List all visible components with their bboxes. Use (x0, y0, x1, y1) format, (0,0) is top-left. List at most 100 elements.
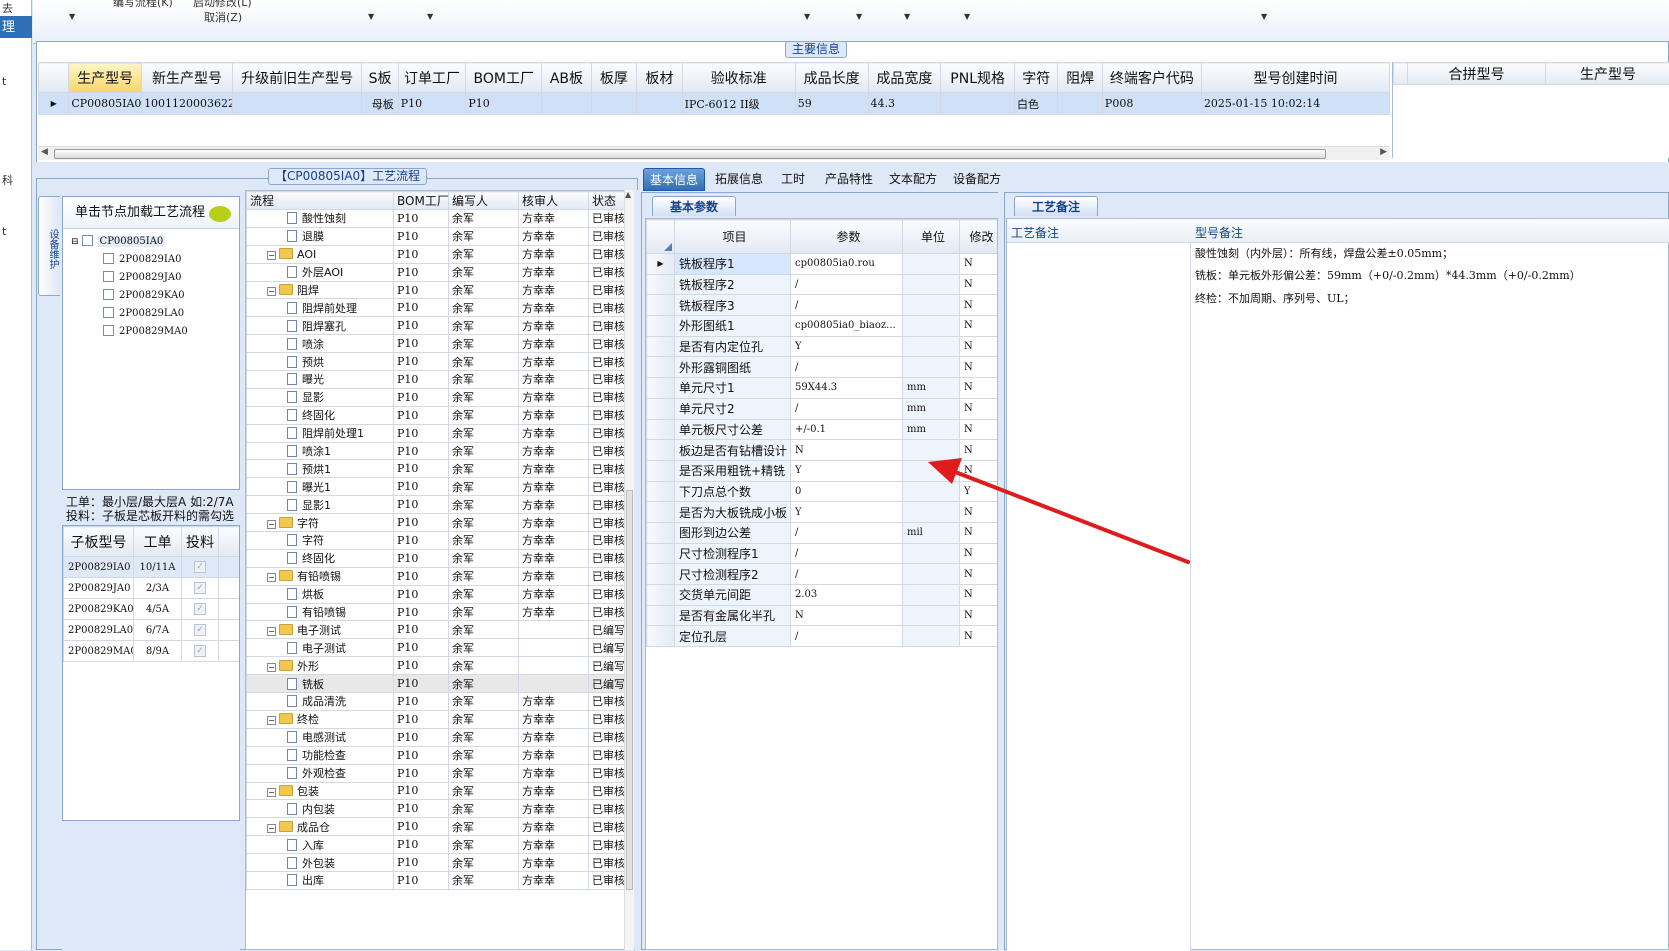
horizontal-scrollbar[interactable]: ◀ ▶ (38, 146, 1390, 160)
flow-row[interactable]: −阻焊P10余军方幸幸已审核 (247, 281, 634, 299)
param-value[interactable]: / (791, 398, 903, 419)
col-header-combined-model[interactable]: 合拼型号 (1408, 63, 1546, 85)
flow-row[interactable]: 电感测试P10余军方幸幸已审核 (247, 728, 634, 746)
col-header[interactable]: 板材 (637, 63, 682, 93)
chevron-down-icon[interactable]: ▼ (964, 12, 970, 21)
param-value[interactable]: / (791, 522, 903, 543)
tree-child-node[interactable]: 2P00829IA0 (103, 253, 181, 265)
table-cell[interactable] (1058, 93, 1102, 115)
scroll-up-icon[interactable]: ▲ (625, 190, 631, 199)
table-row[interactable]: 2P00829LA06/7A✓ (64, 620, 241, 641)
param-row[interactable]: 尺寸检测程序2/N (647, 564, 999, 585)
col-header-item[interactable]: 项目 (675, 220, 791, 254)
tab-extended-info[interactable]: 拓展信息 (710, 168, 768, 191)
table-row[interactable]: 2P00829IA010/11A✓ (64, 557, 241, 578)
param-value[interactable]: / (791, 295, 903, 316)
table-cell[interactable] (637, 93, 682, 115)
flow-row[interactable]: 喷涂1P10余军方幸幸已审核 (247, 442, 634, 460)
col-header[interactable]: PNL规格 (941, 63, 1015, 93)
collapse-icon[interactable]: ⊟ (71, 237, 79, 247)
param-value[interactable]: / (791, 274, 903, 295)
param-value[interactable]: 0 (791, 481, 903, 502)
flow-row[interactable]: 内包装P10余军方幸幸已审核 (247, 800, 634, 818)
col-header-feed[interactable]: 投料 (182, 527, 219, 557)
tree-child-node[interactable]: 2P00829MA0 (103, 325, 188, 337)
table-cell[interactable]: P008 (1102, 93, 1201, 115)
param-value[interactable]: N (791, 605, 903, 626)
table-cell[interactable]: 44.3 (868, 93, 941, 115)
table-row[interactable]: 2P00829KA04/5A✓ (64, 599, 241, 620)
table-cell[interactable]: CP00805IA0 (69, 93, 142, 115)
checkbox-icon[interactable] (103, 325, 114, 336)
chevron-down-icon[interactable]: ▼ (804, 12, 810, 21)
col-header-work-order[interactable]: 工单 (134, 527, 182, 557)
flow-row[interactable]: −成品仓P10余军方幸幸已审核 (247, 818, 634, 836)
col-header-modify[interactable]: 修改 (960, 220, 999, 254)
param-value[interactable]: Y (791, 336, 903, 357)
table-cell[interactable]: 母板 (362, 93, 398, 115)
col-header[interactable]: 字符 (1015, 63, 1058, 93)
flow-row[interactable]: 外包装P10余军方幸幸已审核 (247, 854, 634, 872)
param-row[interactable]: 外形图纸1cp00805ia0_biaoz...N (647, 316, 999, 337)
col-header[interactable]: 型号创建时间 (1201, 63, 1389, 93)
col-header[interactable] (1394, 63, 1408, 85)
param-row[interactable]: ▶铣板程序1cp00805ia0.rouN (647, 254, 999, 275)
flow-row[interactable]: 预烘1P10余军方幸幸已审核 (247, 460, 634, 478)
col-header[interactable]: 板厚 (591, 63, 636, 93)
flow-row[interactable]: 阻焊前处理1P10余军方幸幸已审核 (247, 424, 634, 442)
table-cell[interactable] (591, 93, 636, 115)
param-row[interactable]: 单元尺寸159X44.3mmN (647, 378, 999, 399)
param-value[interactable]: cp00805ia0.rou (791, 254, 903, 275)
param-row[interactable]: 尺寸检测程序1/N (647, 543, 999, 564)
flow-row[interactable]: 铣板P10余军已编写 (247, 675, 634, 693)
param-value[interactable]: Y (791, 502, 903, 523)
flow-row[interactable]: 曝光1P10余军方幸幸已审核 (247, 478, 634, 496)
collapse-icon[interactable]: − (267, 520, 276, 529)
param-row[interactable]: 铣板程序3/N (647, 295, 999, 316)
tree-child-node[interactable]: 2P00829LA0 (103, 307, 184, 319)
table-cell[interactable]: 2025-01-15 10:02:14 (1201, 93, 1389, 115)
chevron-down-icon[interactable]: ▼ (1261, 12, 1267, 21)
tree-root-node[interactable]: ⊟CP00805IA0 (71, 235, 165, 247)
tab-equipment-recipe[interactable]: 设备配方 (948, 168, 1006, 191)
collapse-icon[interactable]: − (267, 788, 276, 797)
scroll-right-icon[interactable]: ▶ (1380, 147, 1387, 157)
param-value[interactable]: +/-0.1 (791, 419, 903, 440)
collapse-icon[interactable]: − (267, 716, 276, 725)
chevron-down-icon[interactable]: ▼ (427, 12, 433, 21)
feed-checkbox[interactable]: ✓ (194, 582, 206, 594)
param-value[interactable]: 59X44.3 (791, 378, 903, 399)
col-header-writer[interactable]: 编写人 (449, 192, 519, 210)
chevron-down-icon[interactable]: ▼ (69, 12, 75, 21)
param-row[interactable]: 是否采用粗铣+精铣YN (647, 460, 999, 481)
flow-row[interactable]: 曝光P10余军方幸幸已审核 (247, 371, 634, 389)
chevron-down-icon[interactable]: ▼ (856, 12, 862, 21)
tab-product-features[interactable]: 产品特性 (818, 168, 880, 191)
chevron-down-icon[interactable]: ▼ (368, 12, 374, 21)
flow-row[interactable]: 阻焊塞孔P10余军方幸幸已审核 (247, 317, 634, 335)
col-header-flow[interactable]: 流程 (247, 192, 394, 210)
col-header-unit[interactable]: 单位 (903, 220, 960, 254)
table-row[interactable]: 2P00829JA02/3A✓ (64, 578, 241, 599)
flow-row[interactable]: 烘板P10余军方幸幸已审核 (247, 585, 634, 603)
table-cell[interactable]: P10 (466, 93, 542, 115)
col-header[interactable]: S板 (362, 63, 398, 93)
flow-row[interactable]: 出库P10余军方幸幸已审核 (247, 871, 634, 889)
collapse-icon[interactable]: − (267, 627, 276, 636)
col-header-reviewer[interactable]: 核审人 (519, 192, 589, 210)
flow-row[interactable]: 酸性蚀刻P10余军方幸幸已审核 (247, 210, 634, 228)
scrollbar-thumb[interactable] (54, 149, 1326, 159)
flow-row[interactable]: 喷涂P10余军方幸幸已审核 (247, 335, 634, 353)
scrollbar-thumb[interactable] (626, 490, 633, 890)
checkbox-icon[interactable] (103, 253, 114, 264)
checkbox-icon[interactable] (103, 271, 114, 282)
flow-row[interactable]: −电子测试P10余军已编写 (247, 621, 634, 639)
table-cell[interactable]: 59 (795, 93, 868, 115)
flow-row[interactable]: 入库P10余军方幸幸已审核 (247, 836, 634, 854)
flow-row[interactable]: −有铅喷锡P10余军方幸幸已审核 (247, 567, 634, 585)
feed-checkbox[interactable]: ✓ (194, 624, 206, 636)
table-cell[interactable] (941, 93, 1015, 115)
checkbox-icon[interactable] (103, 307, 114, 318)
vertical-scrollbar[interactable]: ▲ (624, 190, 634, 950)
feed-checkbox[interactable]: ✓ (194, 603, 206, 615)
